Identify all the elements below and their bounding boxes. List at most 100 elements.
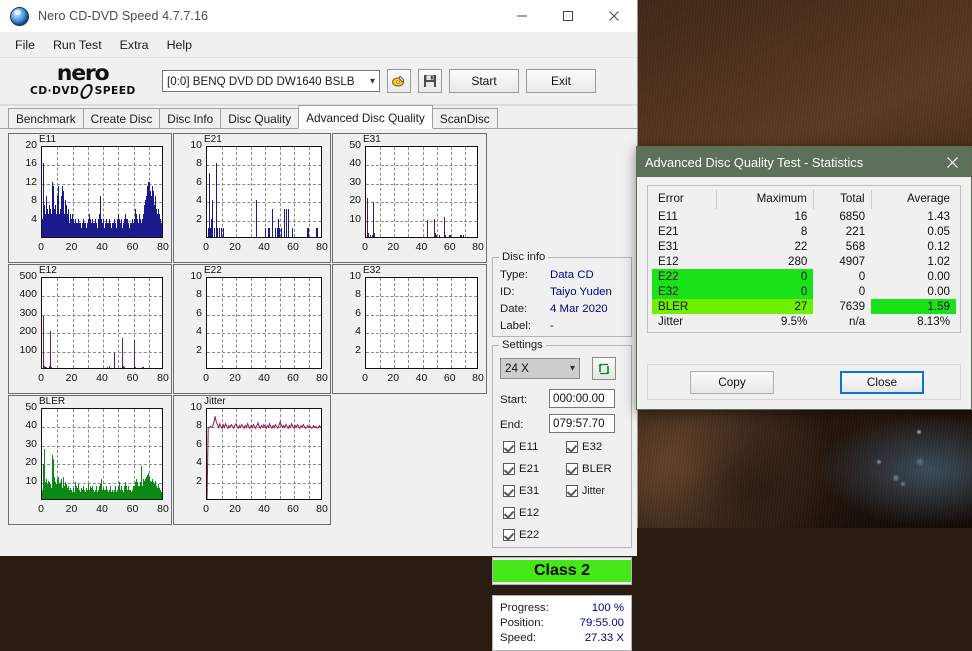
gridline-vertical bbox=[464, 278, 466, 368]
x-tick-label: 60 bbox=[126, 241, 139, 253]
gridline-vertical bbox=[221, 278, 223, 368]
tab-disc-quality[interactable]: Disc Quality bbox=[220, 108, 300, 128]
y-tick-label: 10 bbox=[349, 212, 361, 225]
table-row[interactable]: E22 0 0 0.00 bbox=[652, 269, 956, 284]
close-icon[interactable] bbox=[933, 147, 971, 177]
table-row[interactable]: E31 22 568 0.12 bbox=[652, 239, 956, 254]
eject-disc-icon[interactable] bbox=[387, 69, 411, 93]
y-tick-label: 4 bbox=[196, 325, 202, 338]
close-icon[interactable] bbox=[591, 0, 637, 32]
table-row[interactable]: E11 16 6850 1.43 bbox=[652, 209, 956, 224]
plot-area bbox=[41, 277, 163, 369]
chart-e22: E22 2 4 6 8 10 0 20 40 60 80 bbox=[173, 264, 331, 394]
refresh-icon[interactable] bbox=[592, 357, 616, 380]
x-tick-label: 80 bbox=[157, 372, 169, 384]
y-tick-label: 6 bbox=[196, 306, 202, 319]
menu-item-file[interactable]: File bbox=[6, 35, 44, 55]
checkbox-e11-label: E11 bbox=[519, 441, 539, 453]
checkbox-e32[interactable]: E32 bbox=[566, 441, 602, 453]
checkbox-jitter[interactable]: Jitter bbox=[566, 485, 605, 497]
minimize-icon[interactable] bbox=[499, 0, 545, 32]
y-tick-label: 10 bbox=[190, 139, 202, 151]
close-button[interactable]: Close bbox=[840, 370, 924, 394]
tab-disc-info[interactable]: Disc Info bbox=[159, 108, 222, 128]
chart-title: E22 bbox=[204, 265, 222, 276]
statistics-dialog: Advanced Disc Quality Test - Statistics … bbox=[636, 146, 972, 410]
gridline-vertical bbox=[436, 147, 438, 237]
table-row[interactable]: BLER 27 7639 1.59 bbox=[652, 299, 956, 314]
floppy-save-icon[interactable] bbox=[418, 69, 442, 93]
y-tick-label: 4 bbox=[355, 325, 361, 338]
start-time-input[interactable]: 000:00.00 bbox=[549, 389, 615, 408]
checkbox-e11[interactable]: E11 bbox=[503, 441, 538, 453]
chart-e11: E11 4 8 12 16 20 0 20 40 60 80 bbox=[8, 133, 172, 263]
table-row[interactable]: E12 280 4907 1.02 bbox=[652, 254, 956, 269]
tab-benchmark[interactable]: Benchmark bbox=[8, 108, 84, 128]
menu-item-run-test[interactable]: Run Test bbox=[44, 35, 111, 55]
cell-average: 1.43 bbox=[927, 210, 950, 223]
menu-item-extra[interactable]: Extra bbox=[111, 35, 158, 55]
end-time-input[interactable]: 079:57.70 bbox=[549, 414, 615, 433]
maximize-icon[interactable] bbox=[545, 0, 591, 32]
gridline-horizontal bbox=[207, 314, 321, 316]
plot-area bbox=[206, 408, 322, 500]
gridline-horizontal bbox=[366, 314, 477, 316]
x-tick-label: 20 bbox=[387, 372, 400, 384]
x-tick-label: 40 bbox=[415, 372, 428, 384]
tab-create-disc[interactable]: Create Disc bbox=[82, 108, 161, 128]
drive-select[interactable]: [0:0] BENQ DVD DD DW1640 BSLB ▾ bbox=[162, 70, 380, 92]
checkbox-icon bbox=[503, 485, 515, 497]
copy-button[interactable]: Copy bbox=[690, 370, 774, 394]
cell-error: E11 bbox=[658, 210, 678, 223]
checkbox-e21[interactable]: E21 bbox=[503, 463, 539, 475]
y-tick-label: 500 bbox=[19, 270, 37, 282]
gridline-horizontal bbox=[207, 202, 321, 204]
x-tick-label: 0 bbox=[362, 241, 368, 253]
cell-average: 8.13% bbox=[917, 315, 950, 328]
checkbox-e22[interactable]: E22 bbox=[503, 529, 539, 541]
checkbox-e22-label: E22 bbox=[519, 529, 540, 541]
statistics-table: Error Maximum Total Average E11 16 6850 1.4… bbox=[652, 190, 956, 329]
bar bbox=[113, 353, 115, 368]
bar bbox=[316, 227, 318, 237]
gridline-vertical bbox=[394, 278, 396, 368]
gridline-vertical bbox=[72, 278, 74, 368]
title-bar: Nero CD-DVD Speed 4.7.7.16 bbox=[0, 0, 637, 33]
table-row[interactable]: E32 0 0 0.00 bbox=[652, 284, 956, 299]
cell-error: E12 bbox=[658, 255, 679, 268]
x-tick-label: 80 bbox=[316, 503, 328, 515]
x-tick-label: 0 bbox=[203, 372, 209, 384]
table-row[interactable]: Jitter 9.5% n/a 8.13% bbox=[652, 314, 956, 329]
speed-select[interactable]: 24 X ▾ bbox=[500, 358, 580, 379]
cell-average: 0.00 bbox=[927, 270, 950, 283]
nero-app-icon bbox=[10, 6, 29, 26]
settings-group: Settings 24 X ▾ Start: 000:00.00 End: 07… bbox=[492, 339, 632, 548]
y-tick-label: 20 bbox=[349, 194, 361, 207]
x-tick-label: 40 bbox=[258, 503, 270, 515]
checkbox-jitter-label: Jitter bbox=[582, 485, 605, 497]
tab-scandisc[interactable]: ScanDisc bbox=[431, 108, 498, 128]
tab-advanced-disc-quality[interactable]: Advanced Disc Quality bbox=[298, 105, 433, 129]
checkbox-icon bbox=[503, 463, 515, 475]
gridline-vertical bbox=[87, 278, 89, 368]
gridline-vertical bbox=[72, 409, 74, 499]
x-tick-label: 40 bbox=[96, 503, 108, 515]
disc-date-label: Date: bbox=[500, 303, 528, 315]
checkbox-e32-label: E32 bbox=[582, 441, 603, 453]
checkbox-bler[interactable]: BLER bbox=[566, 463, 612, 475]
disc-info-title: Disc info bbox=[499, 251, 549, 263]
checkbox-e12[interactable]: E12 bbox=[503, 507, 539, 519]
y-tick-label: 8 bbox=[196, 157, 202, 170]
exit-button[interactable]: Exit bbox=[526, 69, 596, 93]
menu-item-help[interactable]: Help bbox=[158, 35, 201, 55]
checkbox-e31[interactable]: E31 bbox=[503, 485, 539, 497]
bar bbox=[42, 316, 44, 368]
x-tick-label: 60 bbox=[287, 372, 299, 384]
table-row[interactable]: E21 8 221 0.05 bbox=[652, 224, 956, 239]
y-tick-label: 40 bbox=[25, 419, 37, 432]
disc-type-label: Type: bbox=[500, 269, 528, 281]
bar bbox=[272, 209, 274, 237]
start-button[interactable]: Start bbox=[449, 69, 519, 93]
gridline-horizontal bbox=[207, 183, 321, 185]
y-tick-label: 6 bbox=[196, 437, 202, 450]
